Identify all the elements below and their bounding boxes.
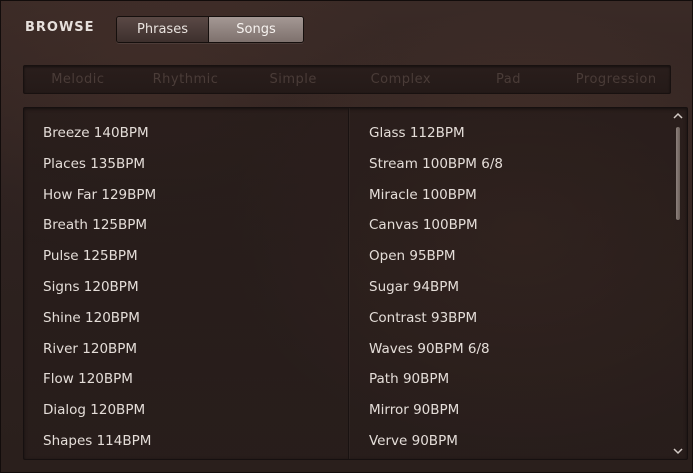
- browse-header: BROWSE Phrases Songs: [1, 1, 693, 56]
- list-item[interactable]: Canvas 100BPM: [369, 210, 503, 241]
- vertical-scrollbar[interactable]: [669, 108, 687, 459]
- list-item[interactable]: Glass 112BPM: [369, 118, 503, 149]
- list-item[interactable]: Miracle 100BPM: [369, 180, 503, 211]
- chevron-down-icon[interactable]: [672, 445, 684, 457]
- list-item[interactable]: Pulse 125BPM: [43, 241, 156, 272]
- list-item[interactable]: Mirror 90BPM: [369, 395, 503, 426]
- scrollbar-thumb[interactable]: [675, 126, 681, 221]
- browse-title: BROWSE: [25, 20, 95, 35]
- filter-pad[interactable]: Pad: [455, 72, 563, 87]
- tab-phrases[interactable]: Phrases: [117, 17, 209, 42]
- filter-rhythmic[interactable]: Rhythmic: [132, 72, 240, 87]
- list-item[interactable]: Contrast 93BPM: [369, 303, 503, 334]
- chevron-up-icon[interactable]: [672, 110, 684, 122]
- list-item[interactable]: Waves 90BPM 6/8: [369, 334, 503, 365]
- list-item[interactable]: How Far 129BPM: [43, 180, 156, 211]
- list-item[interactable]: Places 135BPM: [43, 149, 156, 180]
- list-item[interactable]: Signs 120BPM: [43, 272, 156, 303]
- filter-melodic[interactable]: Melodic: [24, 72, 132, 87]
- filter-progression[interactable]: Progression: [562, 72, 670, 87]
- filter-complex[interactable]: Complex: [347, 72, 455, 87]
- list-item[interactable]: Dialog 120BPM: [43, 395, 156, 426]
- column-divider: [348, 108, 349, 459]
- list-item[interactable]: Shapes 114BPM: [43, 426, 156, 457]
- song-column-left: Breeze 140BPM Places 135BPM How Far 129B…: [43, 118, 156, 457]
- list-item[interactable]: Path 90BPM: [369, 364, 503, 395]
- list-item[interactable]: Breath 125BPM: [43, 210, 156, 241]
- list-item[interactable]: Sugar 94BPM: [369, 272, 503, 303]
- list-item[interactable]: Shine 120BPM: [43, 303, 156, 334]
- tab-songs[interactable]: Songs: [209, 17, 303, 42]
- browse-mode-toggle: Phrases Songs: [116, 16, 304, 43]
- filter-simple[interactable]: Simple: [239, 72, 347, 87]
- list-item[interactable]: Breeze 140BPM: [43, 118, 156, 149]
- song-list: Breeze 140BPM Places 135BPM How Far 129B…: [23, 107, 688, 460]
- song-column-right: Glass 112BPM Stream 100BPM 6/8 Miracle 1…: [369, 118, 503, 457]
- filter-bar: Melodic Rhythmic Simple Complex Pad Prog…: [23, 65, 671, 94]
- list-item[interactable]: Open 95BPM: [369, 241, 503, 272]
- list-item[interactable]: Stream 100BPM 6/8: [369, 149, 503, 180]
- list-item[interactable]: Flow 120BPM: [43, 364, 156, 395]
- list-item[interactable]: River 120BPM: [43, 334, 156, 365]
- list-item[interactable]: Verve 90BPM: [369, 426, 503, 457]
- browser-panel: BROWSE Phrases Songs Melodic Rhythmic Si…: [0, 0, 693, 473]
